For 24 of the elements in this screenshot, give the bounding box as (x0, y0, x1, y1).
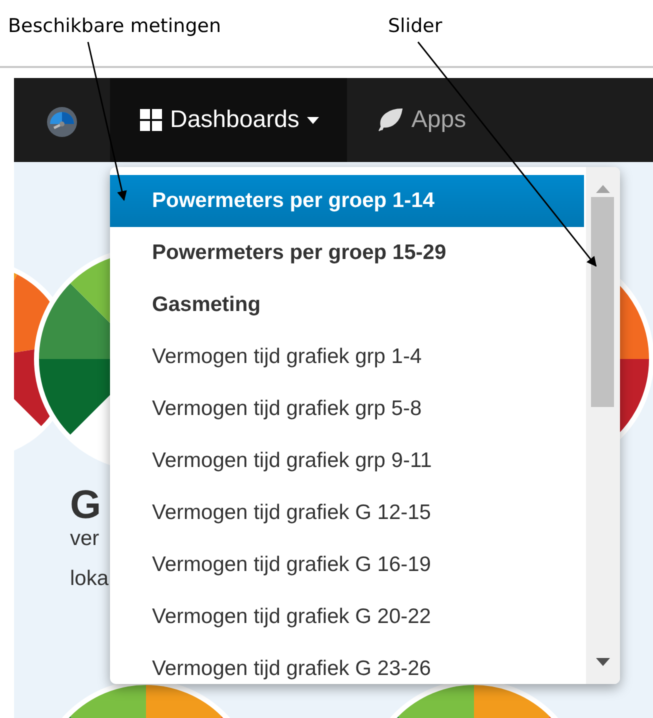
menu-item[interactable]: Vermogen tijd grafiek grp 9-11 (110, 435, 584, 487)
menu-item[interactable]: Powermeters per groep 1-14 (110, 175, 584, 227)
menu-item[interactable]: Vermogen tijd grafiek grp 1-4 (110, 331, 584, 383)
dashboards-menu[interactable]: Dashboards (110, 78, 348, 162)
menu-item[interactable]: Vermogen tijd grafiek grp 5-8 (110, 383, 584, 435)
grid-icon (140, 109, 162, 131)
apps-link[interactable]: Apps (347, 78, 496, 162)
scroll-up-icon[interactable] (596, 184, 610, 193)
caret-icon (307, 116, 320, 124)
gauge-caption: ver (70, 528, 100, 550)
scrollbar-thumb[interactable] (591, 197, 614, 407)
menu-item[interactable]: Vermogen tijd grafiek G 23-26 (110, 643, 584, 684)
leaf-icon (377, 108, 404, 132)
menu-item[interactable]: Vermogen tijd grafiek G 20-22 (110, 591, 584, 643)
gauge-title: G (70, 484, 102, 526)
gauge-caption: loka (70, 568, 109, 590)
menu-item[interactable]: Powermeters per groep 15-29 (110, 227, 584, 279)
menu-item[interactable]: Vermogen tijd grafiek G 12-15 (110, 487, 584, 539)
menu-item[interactable]: Vermogen tijd grafiek G 16-19 (110, 539, 584, 591)
annotation-label: Beschikbare metingen (8, 14, 221, 39)
annotation-label: Slider (388, 14, 442, 39)
menu-item[interactable]: Gasmeting (110, 279, 584, 331)
scrollbar-track[interactable] (586, 167, 620, 684)
scroll-down-icon[interactable] (596, 658, 610, 666)
